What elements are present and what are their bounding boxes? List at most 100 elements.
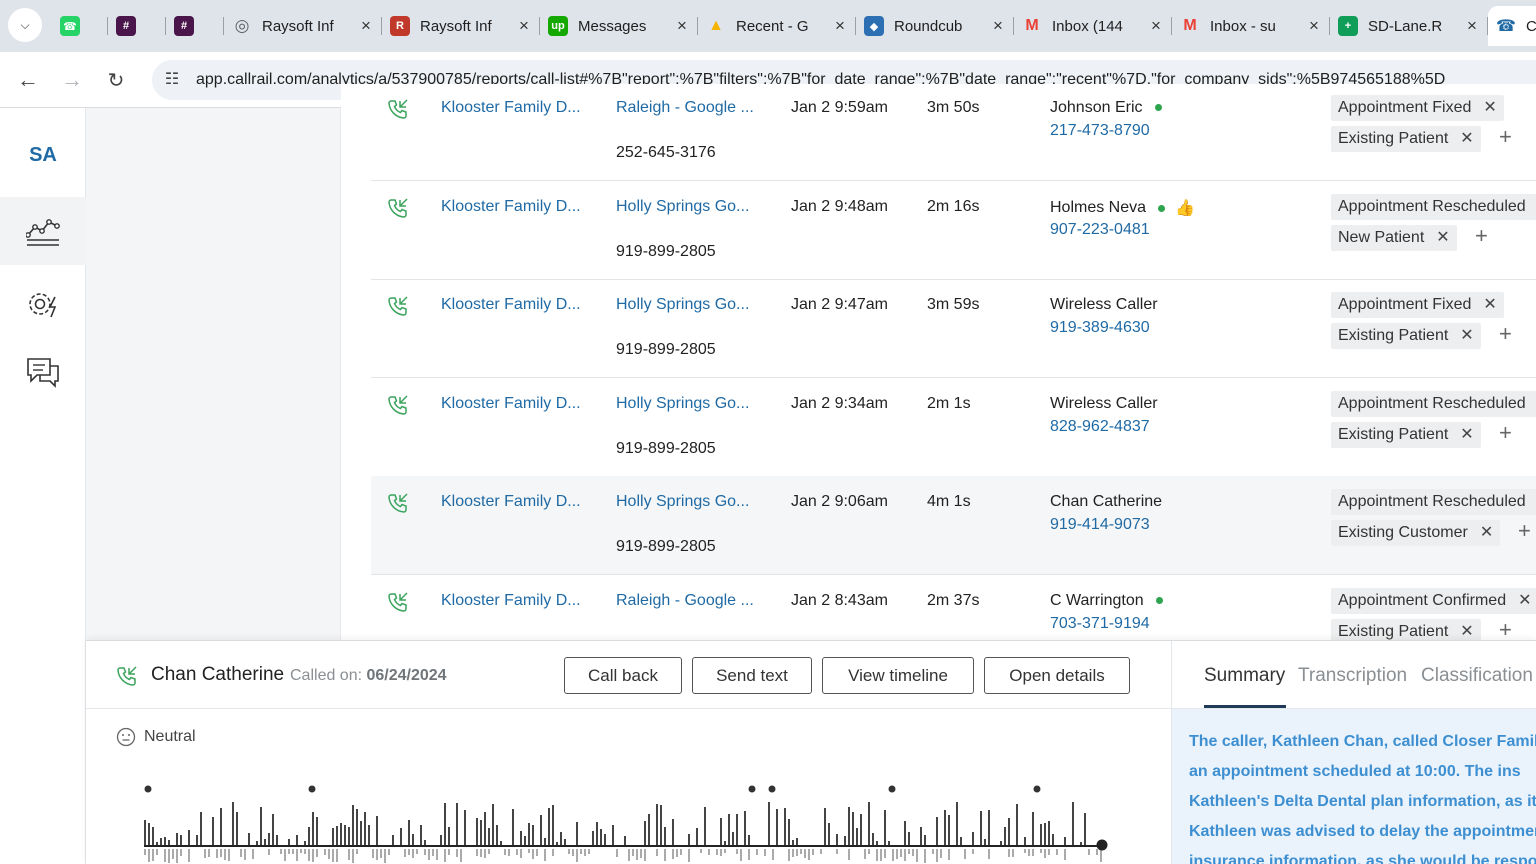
browser-tab[interactable]: ☎: [52, 6, 108, 46]
browser-tab[interactable]: #: [108, 6, 166, 46]
view-timeline-button[interactable]: View timeline: [822, 657, 974, 694]
remove-tag-icon[interactable]: ✕: [1483, 99, 1496, 116]
close-icon[interactable]: ×: [990, 16, 1006, 36]
source-link[interactable]: Holly Springs Go...: [616, 395, 749, 413]
caller-phone[interactable]: 703-371-9194: [1050, 615, 1150, 633]
browser-tab[interactable]: M Inbox - su ×: [1172, 6, 1330, 46]
source-link[interactable]: Raleigh - Google ...: [616, 99, 754, 117]
open-details-button[interactable]: Open details: [984, 657, 1130, 694]
browser-tab[interactable]: #: [166, 6, 224, 46]
caller-phone[interactable]: 919-389-4630: [1050, 319, 1150, 337]
remove-tag-icon[interactable]: ✕: [1460, 327, 1473, 344]
company-link[interactable]: Klooster Family D...: [441, 99, 581, 117]
waveform-bar: [908, 849, 910, 854]
remove-tag-icon[interactable]: ✕: [1460, 623, 1473, 640]
browser-tab[interactable]: R Raysoft Inf ×: [382, 6, 540, 46]
send-text-button[interactable]: Send text: [692, 657, 812, 694]
waveform-marker[interactable]: [888, 785, 896, 793]
browser-tab[interactable]: ◎ Raysoft Inf ×: [224, 6, 382, 46]
waveform-marker[interactable]: [768, 785, 776, 793]
tab-transcription[interactable]: Transcription: [1298, 665, 1407, 687]
forward-arrow-icon[interactable]: →: [56, 64, 88, 96]
call-row[interactable]: Klooster Family D... Raleigh - Google ...…: [371, 84, 1536, 181]
browser-tab[interactable]: M Inbox (144 ×: [1014, 6, 1172, 46]
add-tag-icon[interactable]: +: [1475, 223, 1488, 249]
reload-icon[interactable]: ↻: [100, 64, 132, 96]
call-row[interactable]: Klooster Family D... Holly Springs Go... 9…: [371, 279, 1536, 378]
close-icon[interactable]: ×: [1148, 16, 1164, 36]
add-tag-icon[interactable]: +: [1499, 617, 1512, 640]
account-logo[interactable]: SA: [0, 144, 86, 167]
close-icon[interactable]: ×: [674, 16, 690, 36]
remove-tag-icon[interactable]: ✕: [1460, 130, 1473, 147]
waveform-bar: [836, 834, 838, 845]
source-link[interactable]: Holly Springs Go...: [616, 296, 749, 314]
source-link[interactable]: Holly Springs Go...: [616, 493, 749, 511]
caller-phone[interactable]: 919-414-9073: [1050, 516, 1150, 534]
waveform-marker[interactable]: [1033, 785, 1041, 793]
remove-tag-icon[interactable]: ✕: [1518, 592, 1531, 609]
add-tag-icon[interactable]: +: [1499, 321, 1512, 347]
caller-phone[interactable]: 828-962-4837: [1050, 418, 1150, 436]
call-back-button[interactable]: Call back: [564, 657, 682, 694]
waveform-bar: [544, 838, 546, 845]
company-link[interactable]: Klooster Family D...: [441, 296, 581, 314]
audio-waveform[interactable]: [144, 781, 1114, 864]
waveform-bar: [784, 808, 786, 845]
waveform-bar: [584, 849, 586, 856]
browser-tab[interactable]: ◆ Roundcub ×: [856, 6, 1014, 46]
add-tag-icon[interactable]: +: [1518, 518, 1531, 544]
analytics-nav-item[interactable]: [0, 197, 86, 265]
browser-tab[interactable]: up Messages ×: [540, 6, 698, 46]
call-row[interactable]: Klooster Family D... Holly Springs Go... 9…: [371, 181, 1536, 280]
company-link[interactable]: Klooster Family D...: [441, 493, 581, 511]
browser-tab[interactable]: + SD-Lane.R ×: [1330, 6, 1488, 46]
waveform-marker[interactable]: [144, 785, 152, 793]
playhead-handle[interactable]: [1096, 839, 1108, 851]
waveform-bar: [804, 849, 806, 858]
summary-box: The caller, Kathleen Chan, called Closer…: [1172, 709, 1536, 864]
close-icon[interactable]: ×: [832, 16, 848, 36]
company-link[interactable]: Klooster Family D...: [441, 395, 581, 413]
waveform-bar: [708, 849, 710, 855]
source-link[interactable]: Holly Springs Go...: [616, 198, 749, 216]
caller-phone[interactable]: 217-473-8790: [1050, 122, 1150, 140]
waveform-bar: [188, 830, 190, 845]
waveform-bar: [268, 849, 270, 855]
conversations-nav-item[interactable]: [0, 338, 86, 406]
waveform-bar: [440, 835, 442, 845]
waveform-marker[interactable]: [748, 785, 756, 793]
call-row[interactable]: Klooster Family D... Raleigh - Google ...…: [371, 575, 1536, 640]
add-tag-icon[interactable]: +: [1499, 124, 1512, 150]
tab-search-chevron-icon[interactable]: ⌵: [8, 8, 42, 42]
call-duration: 3m 50s: [927, 99, 980, 116]
remove-tag-icon[interactable]: ✕: [1483, 296, 1496, 313]
waveform-bar: [512, 809, 514, 845]
tab-classification[interactable]: Classification: [1421, 665, 1533, 687]
browser-tab[interactable]: ▲ Recent - G ×: [698, 6, 856, 46]
caller-phone[interactable]: 907-223-0481: [1050, 221, 1150, 239]
call-row[interactable]: Klooster Family D... Holly Springs Go... 9…: [371, 378, 1536, 477]
waveform-bar: [360, 821, 362, 845]
close-icon[interactable]: ×: [1464, 16, 1480, 36]
call-row[interactable]: Klooster Family D... Holly Springs Go... 9…: [371, 476, 1536, 575]
settings-nav-item[interactable]: [0, 270, 86, 338]
browser-tab[interactable]: ☎ C: [1488, 6, 1536, 46]
waveform-bar: [460, 849, 462, 862]
waveform-bar: [300, 849, 302, 853]
close-icon[interactable]: ×: [358, 16, 374, 36]
waveform-marker[interactable]: [308, 785, 316, 793]
remove-tag-icon[interactable]: ✕: [1480, 524, 1493, 541]
company-link[interactable]: Klooster Family D...: [441, 198, 581, 216]
site-info-icon[interactable]: ☷: [162, 70, 182, 90]
add-tag-icon[interactable]: +: [1499, 420, 1512, 446]
back-arrow-icon[interactable]: ←: [12, 64, 44, 96]
remove-tag-icon[interactable]: ✕: [1460, 426, 1473, 443]
close-icon[interactable]: ×: [516, 16, 532, 36]
close-icon[interactable]: ×: [1306, 16, 1322, 36]
company-link[interactable]: Klooster Family D...: [441, 592, 581, 610]
remove-tag-icon[interactable]: ✕: [1436, 229, 1449, 246]
tab-summary[interactable]: Summary: [1204, 665, 1285, 687]
source-link[interactable]: Raleigh - Google ...: [616, 592, 754, 610]
waveform-bar: [480, 820, 482, 845]
